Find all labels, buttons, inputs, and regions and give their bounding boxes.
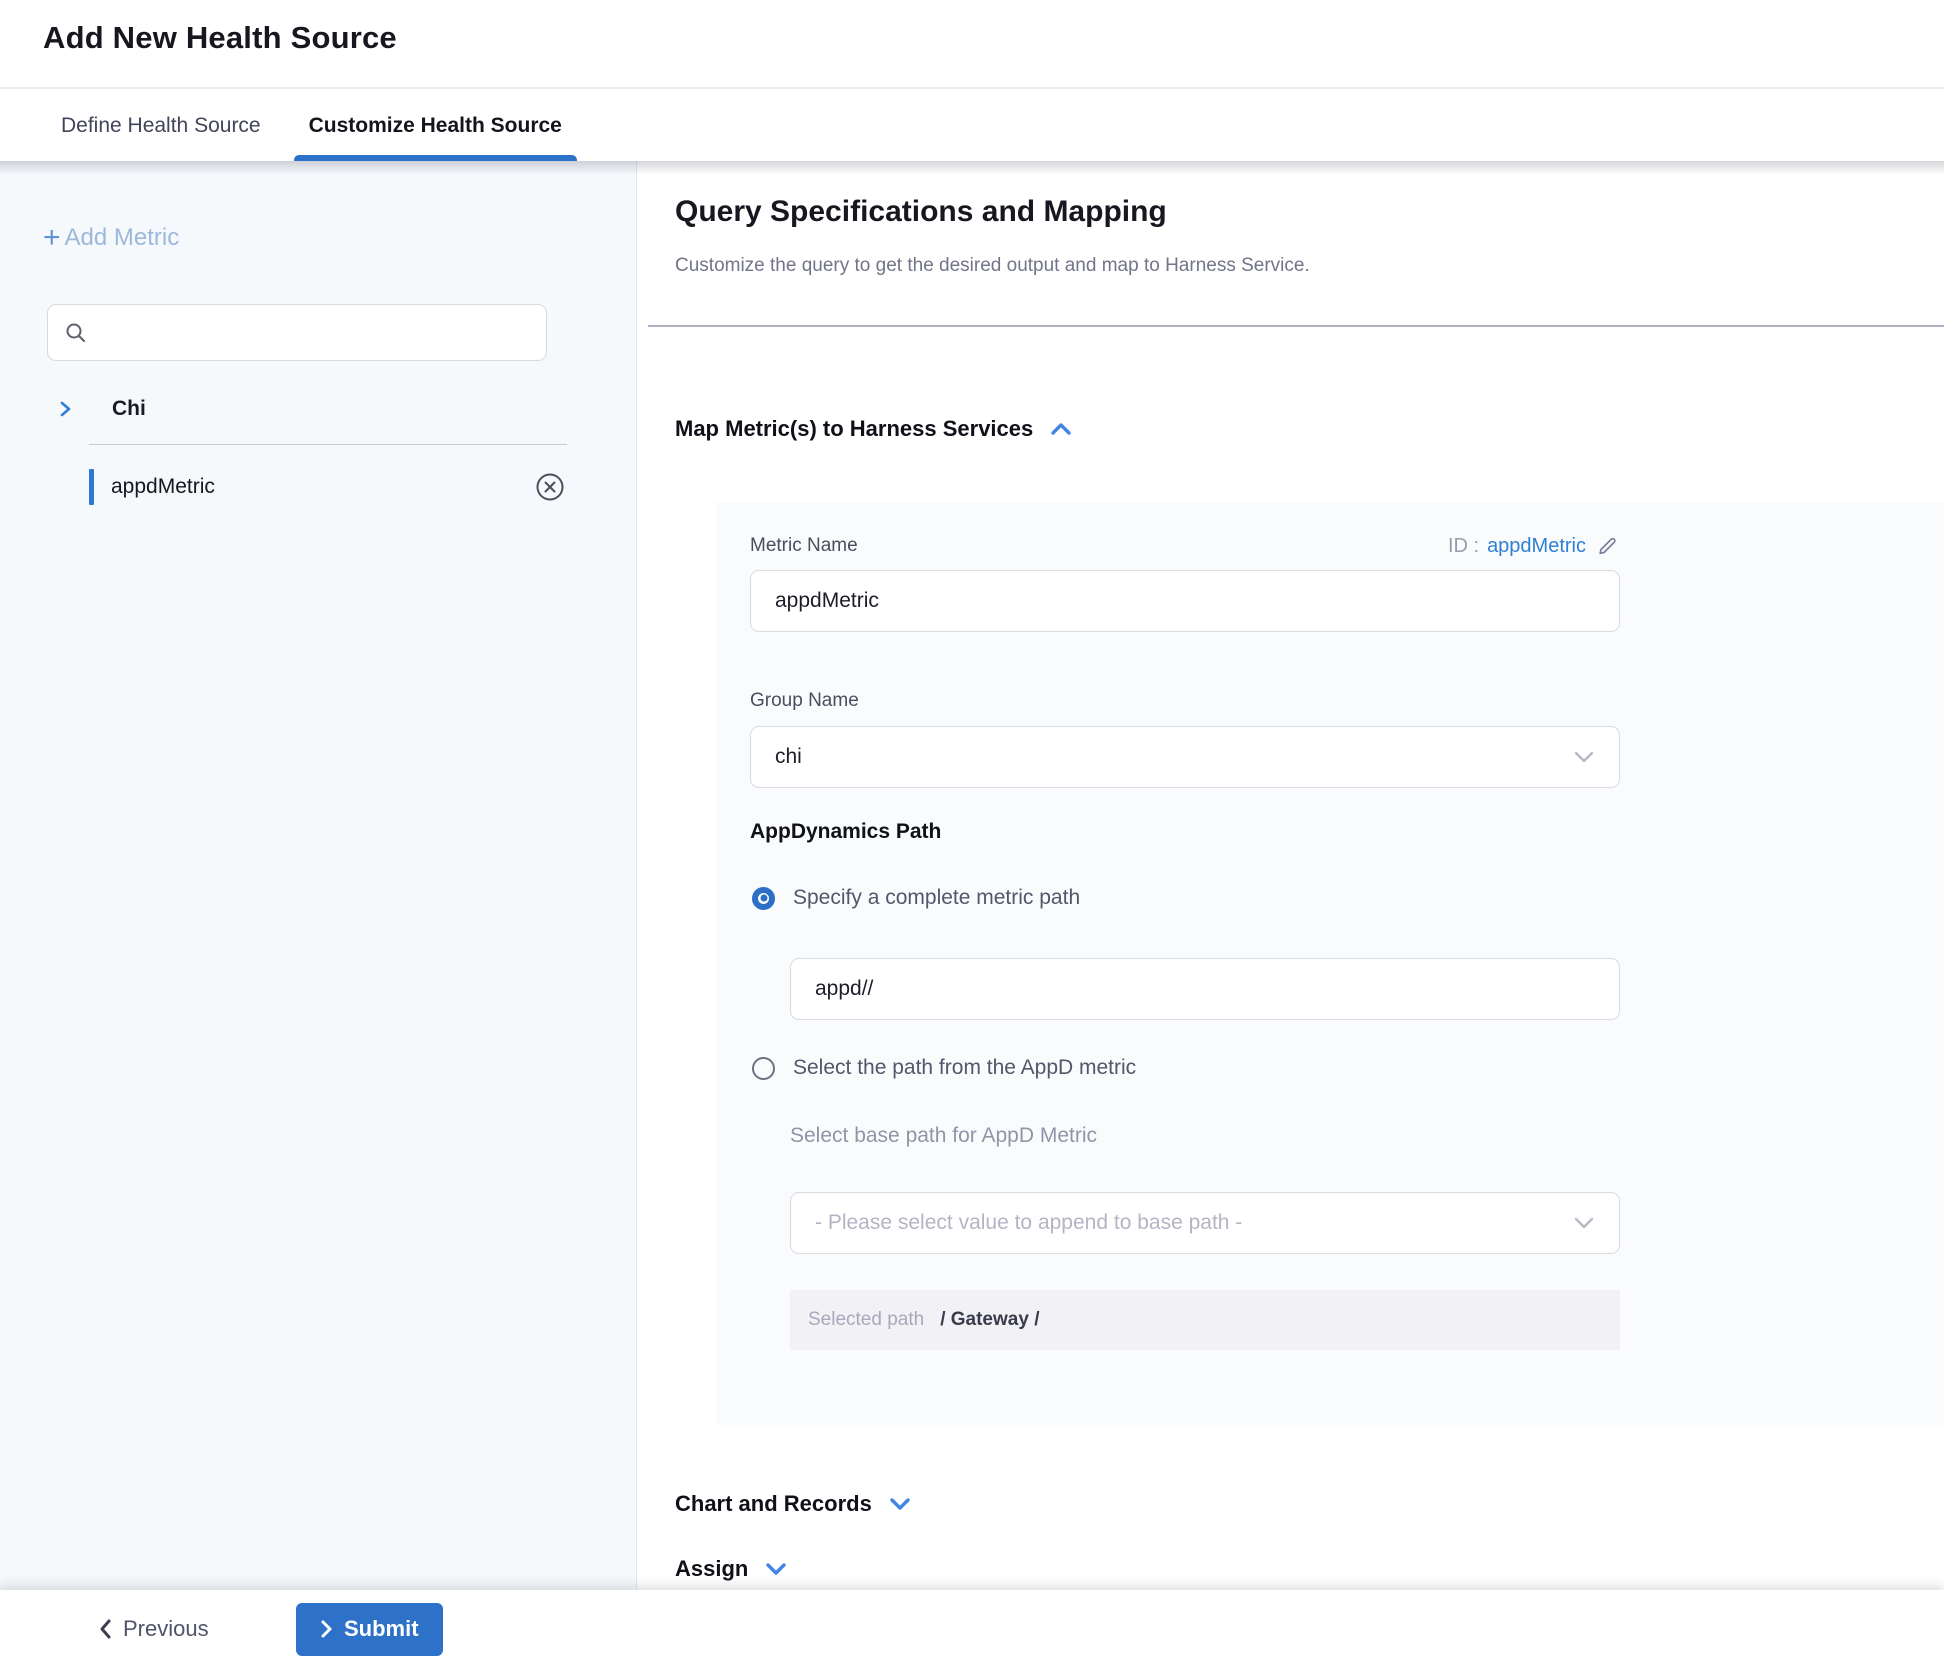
group-label: Chi: [112, 397, 146, 421]
submit-label: Submit: [344, 1616, 419, 1642]
assign-title: Assign: [675, 1556, 748, 1582]
previous-button[interactable]: Previous: [97, 1616, 209, 1642]
id-value-link[interactable]: appdMetric: [1487, 535, 1586, 558]
add-health-source-dialog: Add New Health Source Define Health Sour…: [0, 0, 1944, 1668]
assign-section-toggle[interactable]: Assign: [675, 1556, 788, 1582]
metric-path-input[interactable]: [790, 958, 1620, 1020]
add-metric-button[interactable]: + Add Metric: [43, 223, 179, 253]
metric-list-item-appdmetric[interactable]: appdMetric: [89, 462, 567, 512]
group-name-value: chi: [775, 745, 1573, 769]
selected-path-row: Selected path / Gateway /: [790, 1290, 1620, 1350]
radio-selected-icon[interactable]: [752, 887, 775, 910]
add-metric-label: Add Metric: [65, 224, 180, 252]
base-path-select[interactable]: - Please select value to append to base …: [790, 1192, 1620, 1254]
selected-indicator-bar: [89, 469, 94, 505]
radio-unselected-icon[interactable]: [752, 1057, 775, 1080]
chevron-down-icon: [1573, 750, 1595, 764]
chevron-down-icon: [764, 1561, 788, 1577]
pencil-icon: [1596, 534, 1620, 558]
map-metrics-section-toggle[interactable]: Map Metric(s) to Harness Services: [675, 416, 1073, 442]
remove-circle-icon: [535, 472, 565, 502]
metric-name-input[interactable]: [750, 570, 1620, 632]
selected-path-value: / Gateway /: [940, 1309, 1039, 1331]
appdynamics-path-title: AppDynamics Path: [750, 820, 941, 844]
group-name-label: Group Name: [750, 690, 859, 712]
edit-id-button[interactable]: [1596, 534, 1620, 558]
search-icon: [64, 321, 88, 345]
section-heading: Query Specifications and Mapping: [675, 195, 1167, 229]
page-title: Add New Health Source: [43, 20, 397, 56]
query-specifications-panel: Query Specifications and Mapping Customi…: [638, 161, 1944, 1590]
submit-button[interactable]: Submit: [296, 1603, 443, 1656]
section-subheading: Customize the query to get the desired o…: [675, 255, 1310, 277]
search-input[interactable]: [88, 305, 546, 360]
chevron-down-icon: [888, 1496, 912, 1512]
group-name-select[interactable]: chi: [750, 726, 1620, 788]
dialog-footer: Previous Submit: [0, 1590, 1944, 1668]
delete-metric-button[interactable]: [533, 470, 567, 504]
radio-select-path-from-appd[interactable]: Select the path from the AppD metric: [752, 1056, 1136, 1080]
metric-search: [47, 304, 547, 361]
chart-and-records-section-toggle[interactable]: Chart and Records: [675, 1491, 912, 1517]
chart-and-records-title: Chart and Records: [675, 1491, 872, 1517]
metric-group-chi[interactable]: Chi: [47, 387, 587, 431]
previous-label: Previous: [123, 1616, 209, 1642]
dialog-header: Add New Health Source: [0, 0, 1944, 89]
tab-bar: Define Health Source Customize Health So…: [0, 91, 1944, 161]
metric-item-label: appdMetric: [111, 475, 533, 499]
plus-icon: +: [43, 223, 61, 253]
chevron-down-icon: [1573, 1216, 1595, 1230]
sidebar-divider: [89, 444, 567, 445]
radio-select-path-label: Select the path from the AppD metric: [793, 1056, 1136, 1080]
heading-divider: [648, 325, 1944, 327]
id-label: ID :: [1448, 535, 1479, 558]
chevron-left-icon: [97, 1618, 113, 1640]
radio-complete-path-label: Specify a complete metric path: [793, 886, 1080, 910]
metric-name-label-row: Metric Name ID : appdMetric: [750, 534, 1620, 558]
map-metrics-section-title: Map Metric(s) to Harness Services: [675, 416, 1033, 442]
tab-define-health-source[interactable]: Define Health Source: [46, 91, 276, 161]
map-metrics-form-card: Metric Name ID : appdMetric Group Name c…: [716, 502, 1944, 1425]
selected-path-label: Selected path: [808, 1309, 924, 1331]
metric-id-row: ID : appdMetric: [1448, 534, 1620, 558]
metrics-sidebar: + Add Metric Chi appdMetric: [0, 161, 637, 1590]
metric-name-label: Metric Name: [750, 535, 858, 557]
chevron-right-icon: [320, 1619, 334, 1639]
base-path-placeholder: - Please select value to append to base …: [815, 1211, 1573, 1235]
tab-customize-health-source[interactable]: Customize Health Source: [294, 91, 577, 161]
radio-complete-metric-path[interactable]: Specify a complete metric path: [752, 886, 1080, 910]
chevron-right-icon: [55, 399, 75, 419]
base-path-label: Select base path for AppD Metric: [790, 1124, 1097, 1148]
chevron-up-icon: [1049, 421, 1073, 437]
